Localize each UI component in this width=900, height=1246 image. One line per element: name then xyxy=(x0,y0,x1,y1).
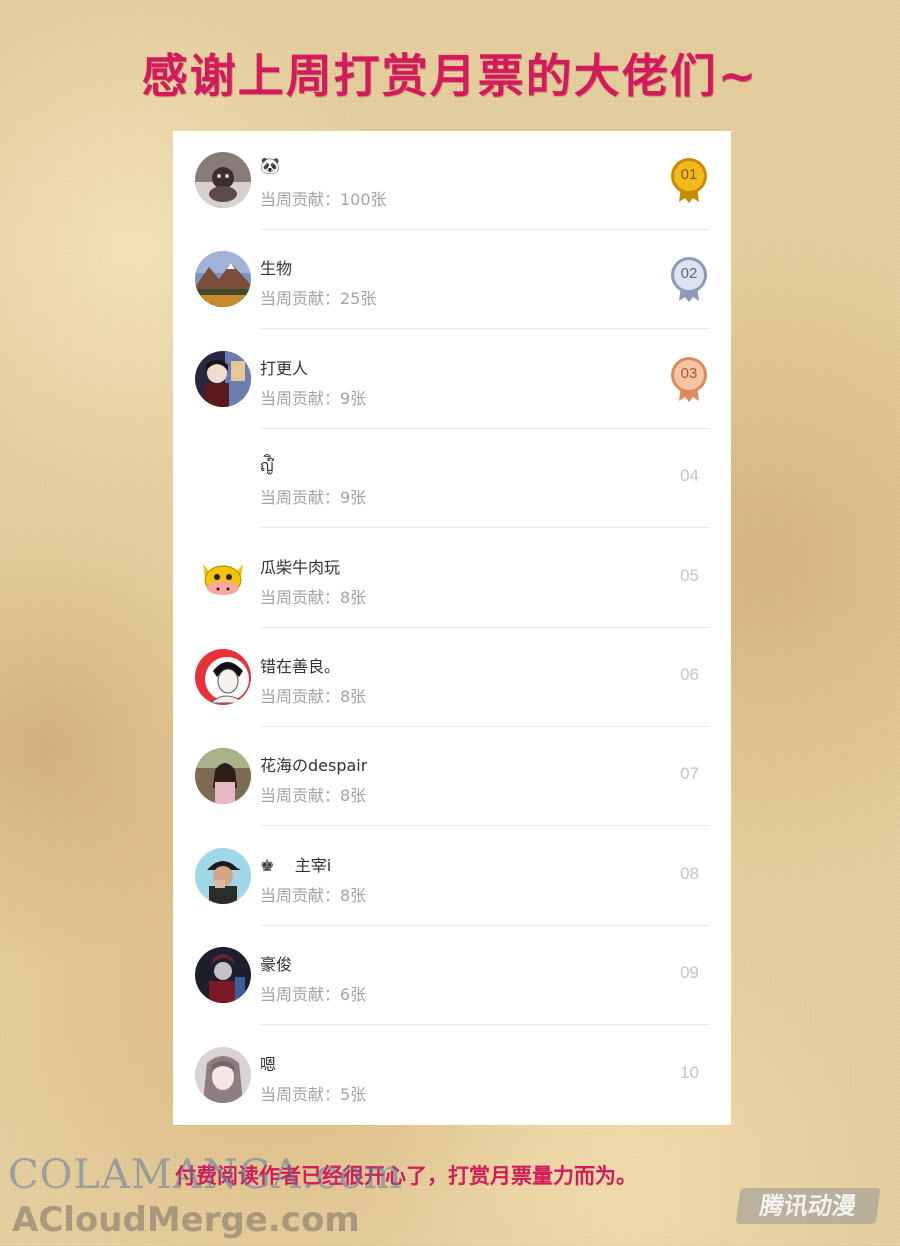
user-name: 嗯 xyxy=(260,1054,277,1074)
weekly-contribution: 当周贡献：8张 xyxy=(260,786,367,806)
user-name: 瓜柴牛肉玩 xyxy=(260,557,341,577)
user-name: 打更人 xyxy=(260,358,309,378)
ranking-row[interactable]: 打更人当周贡献：9张 03 xyxy=(173,330,731,429)
user-avatar[interactable] xyxy=(195,450,251,506)
ranking-row[interactable]: ♚ 主宰i 当周贡献：8张 08 xyxy=(173,827,731,926)
user-name: 错在善良。 xyxy=(260,657,341,676)
user-avatar[interactable] xyxy=(195,251,251,308)
rank-number: 09 xyxy=(680,963,699,983)
rank-number: 04 xyxy=(680,466,699,486)
user-name: ♚ 主宰i xyxy=(260,855,332,875)
weekly-contribution: 当周贡献：100张 xyxy=(260,190,387,209)
ranking-row[interactable]: ญ๊ิ๊ิ๊ิ๊ิ๊ิ๊ิ๊ิ๊ิ๊ิ๊ิ๊ิ๊ิ๊ิ 当周贡献：9张 04 xyxy=(173,429,731,529)
user-avatar[interactable] xyxy=(195,748,251,805)
ranking-row[interactable]: 🐼 当周贡献：100张 01 xyxy=(173,131,731,230)
rank-number: 10 xyxy=(680,1062,699,1082)
silver-medal-icon: 02 xyxy=(669,256,709,303)
user-name: 生物 xyxy=(260,259,293,279)
tencent-comic-watermark: 腾讯动漫 xyxy=(735,1188,881,1224)
user-avatar[interactable] xyxy=(195,847,251,904)
user-name: 🐼 xyxy=(260,156,280,175)
ranking-row[interactable]: 花海のdespair 当周贡献：8张 07 xyxy=(173,727,731,827)
ranking-row[interactable]: 生物当周贡献：25张 02 xyxy=(173,230,731,330)
user-name: 花海のdespair xyxy=(260,756,368,776)
weekly-contribution: 当周贡献：6张 xyxy=(260,985,367,1005)
rank-number: 06 xyxy=(680,665,699,684)
user-avatar[interactable] xyxy=(195,549,251,606)
ranking-row[interactable]: 嗯当周贡献：5张 10 xyxy=(173,1026,731,1125)
user-avatar[interactable] xyxy=(195,350,251,407)
rank-number: 03 xyxy=(680,364,698,382)
ranking-row[interactable]: 豪俊当周贡献：6张 09 xyxy=(173,926,731,1026)
weekly-contribution: 当周贡献：5张 xyxy=(260,1084,367,1104)
weekly-contribution: 当周贡献：8张 xyxy=(260,885,367,905)
weekly-contribution: 当周贡献：25张 xyxy=(260,289,377,309)
user-avatar[interactable] xyxy=(195,1046,251,1103)
user-avatar[interactable] xyxy=(195,152,251,208)
ranking-row[interactable]: 瓜柴牛肉玩当周贡献：8张 05 xyxy=(173,529,731,628)
colamanga-watermark: COLAMANGA.com xyxy=(8,1152,403,1198)
rank-number: 08 xyxy=(680,863,699,883)
rank-number: 02 xyxy=(680,265,698,283)
rank-number: 07 xyxy=(680,764,699,784)
gold-medal-icon: 01 xyxy=(669,157,709,203)
bronze-medal-icon: 03 xyxy=(669,356,709,402)
weekly-contribution: 当周贡献：8张 xyxy=(260,587,367,607)
user-name: ญ๊ิ๊ิ๊ิ๊ิ๊ิ๊ิ๊ิ๊ิ๊ิ๊ิ๊ิ๊ิ๊ิ xyxy=(260,456,274,476)
weekly-contribution: 当周贡献：9张 xyxy=(260,488,367,508)
user-avatar[interactable] xyxy=(195,947,251,1004)
rank-number: 01 xyxy=(680,166,698,183)
weekly-contribution: 当周贡献：9张 xyxy=(260,388,367,408)
rank-number: 05 xyxy=(680,565,699,585)
user-avatar[interactable] xyxy=(195,649,251,705)
user-name: 豪俊 xyxy=(260,955,293,975)
acloudmerge-watermark: ACloudMerge.com xyxy=(12,1200,360,1240)
ranking-list: 🐼 当周贡献：100张 01 生物当周贡献：25张 02 打更人当周贡献：9张 03 ญ๊ิ๊… xyxy=(173,131,731,1125)
ranking-row[interactable]: 错在善良。当周贡献：8张 06 xyxy=(173,628,731,727)
weekly-contribution: 当周贡献：8张 xyxy=(260,687,367,706)
page-title: 感谢上周打赏月票的大佬们~ xyxy=(141,49,759,103)
